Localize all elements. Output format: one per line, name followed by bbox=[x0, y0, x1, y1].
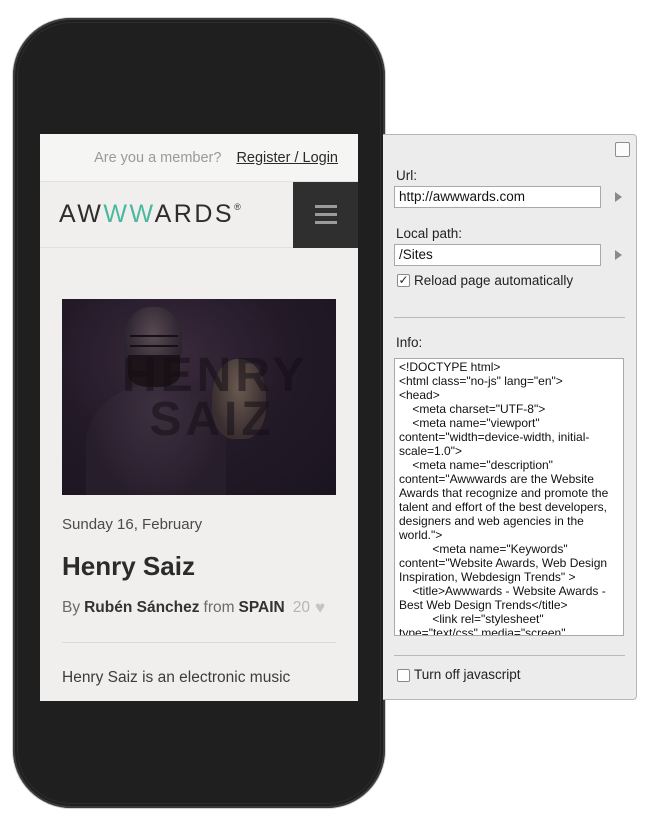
hero-overlay-text: HENRY SAIZ bbox=[122, 349, 309, 446]
likes-count: 20 bbox=[292, 599, 310, 616]
reload-label[interactable]: Reload page automatically bbox=[414, 273, 573, 288]
inspector-panel: Url: http://awwwards.com Local path: /Si… bbox=[383, 134, 637, 700]
like-counter[interactable]: 20 ♥ bbox=[293, 598, 325, 618]
url-input[interactable]: http://awwwards.com bbox=[394, 186, 601, 208]
reload-checkbox[interactable]: ✓ bbox=[397, 274, 410, 287]
post-meta: By Rubén Sánchez from SPAIN 20 ♥ bbox=[62, 598, 326, 618]
divider bbox=[62, 642, 336, 643]
panel-separator bbox=[394, 655, 625, 656]
member-question: Are you a member? bbox=[94, 149, 222, 166]
panel-close-checkbox[interactable] bbox=[615, 142, 630, 157]
panel-separator bbox=[394, 317, 625, 318]
url-label: Url: bbox=[396, 168, 417, 183]
turn-off-js-label[interactable]: Turn off javascript bbox=[414, 667, 521, 682]
hamburger-menu-icon[interactable] bbox=[293, 181, 358, 248]
post-title[interactable]: Henry Saiz bbox=[62, 551, 195, 582]
hero-image[interactable]: HENRY SAIZ bbox=[62, 299, 336, 495]
info-label: Info: bbox=[396, 335, 423, 350]
register-login-link[interactable]: Register / Login bbox=[236, 150, 338, 166]
heart-icon[interactable]: ♥ bbox=[315, 598, 325, 618]
post-country-link[interactable]: SPAIN bbox=[239, 599, 285, 617]
phone-screen: Are you a member? Register / Login AWWWA… bbox=[40, 134, 358, 701]
post-excerpt: Henry Saiz is an electronic music bbox=[62, 669, 291, 686]
turn-off-js-checkbox[interactable] bbox=[397, 669, 410, 682]
local-path-go-arrow-icon[interactable] bbox=[615, 250, 622, 260]
url-go-arrow-icon[interactable] bbox=[615, 192, 622, 202]
local-path-input[interactable]: /Sites bbox=[394, 244, 601, 266]
local-path-label: Local path: bbox=[396, 226, 463, 241]
info-textarea[interactable]: <!DOCTYPE html> <html class="no-js" lang… bbox=[394, 358, 624, 636]
post-date: Sunday 16, February bbox=[62, 516, 203, 533]
post-author-link[interactable]: Rubén Sánchez bbox=[84, 599, 199, 617]
awwwards-logo[interactable]: AWWWARDS® bbox=[59, 200, 241, 229]
site-header: AWWWARDS® bbox=[40, 181, 358, 248]
member-bar: Are you a member? Register / Login bbox=[40, 134, 358, 182]
